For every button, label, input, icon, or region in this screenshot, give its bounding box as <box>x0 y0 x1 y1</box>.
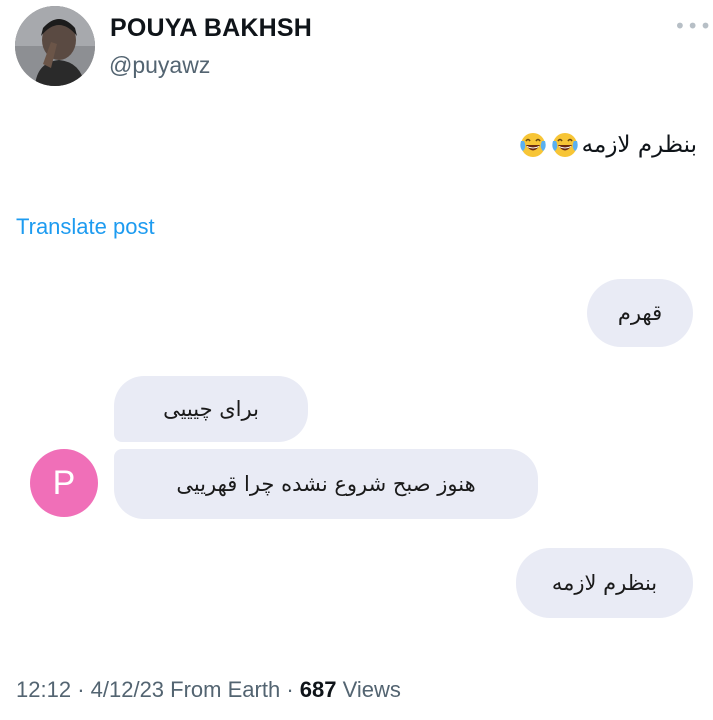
translate-post-link[interactable]: Translate post <box>16 214 155 240</box>
tweet-time[interactable]: 12:12 <box>16 677 71 702</box>
views-label: Views <box>342 677 401 702</box>
more-horizontal-icon[interactable]: ••• <box>674 14 711 38</box>
views-count: 687 <box>299 677 337 702</box>
tweet-meta: 12:12 · 4/12/23 From Earth · 687 Views <box>16 677 401 703</box>
author-avatar[interactable] <box>15 6 95 86</box>
tweet-source: From Earth <box>170 677 281 702</box>
chat-bubble-outgoing: بنظرم لازمه <box>516 548 693 618</box>
chat-contact-avatar: P <box>30 449 98 517</box>
chat-bubble-incoming: برای چیییی <box>114 376 308 442</box>
author-display-name[interactable]: POUYA BAKHSH <box>110 14 312 43</box>
meta-separator: · <box>77 677 91 702</box>
author-handle[interactable]: @puyawz <box>109 52 210 79</box>
author-photo <box>15 6 95 86</box>
tweet-text: بنظرم لازمه <box>518 130 697 160</box>
face-with-tears-of-joy-icon <box>552 133 578 157</box>
face-with-tears-of-joy-icon <box>520 133 546 157</box>
chat-bubble-outgoing: قهرم <box>587 279 693 347</box>
tweet-date[interactable]: 4/12/23 <box>91 677 164 702</box>
meta-separator: · <box>286 677 300 702</box>
chat-bubble-incoming: هنوز صبح شروع نشده چرا قهرییی <box>114 449 538 519</box>
tweet-text-content: بنظرم لازمه <box>581 132 697 158</box>
